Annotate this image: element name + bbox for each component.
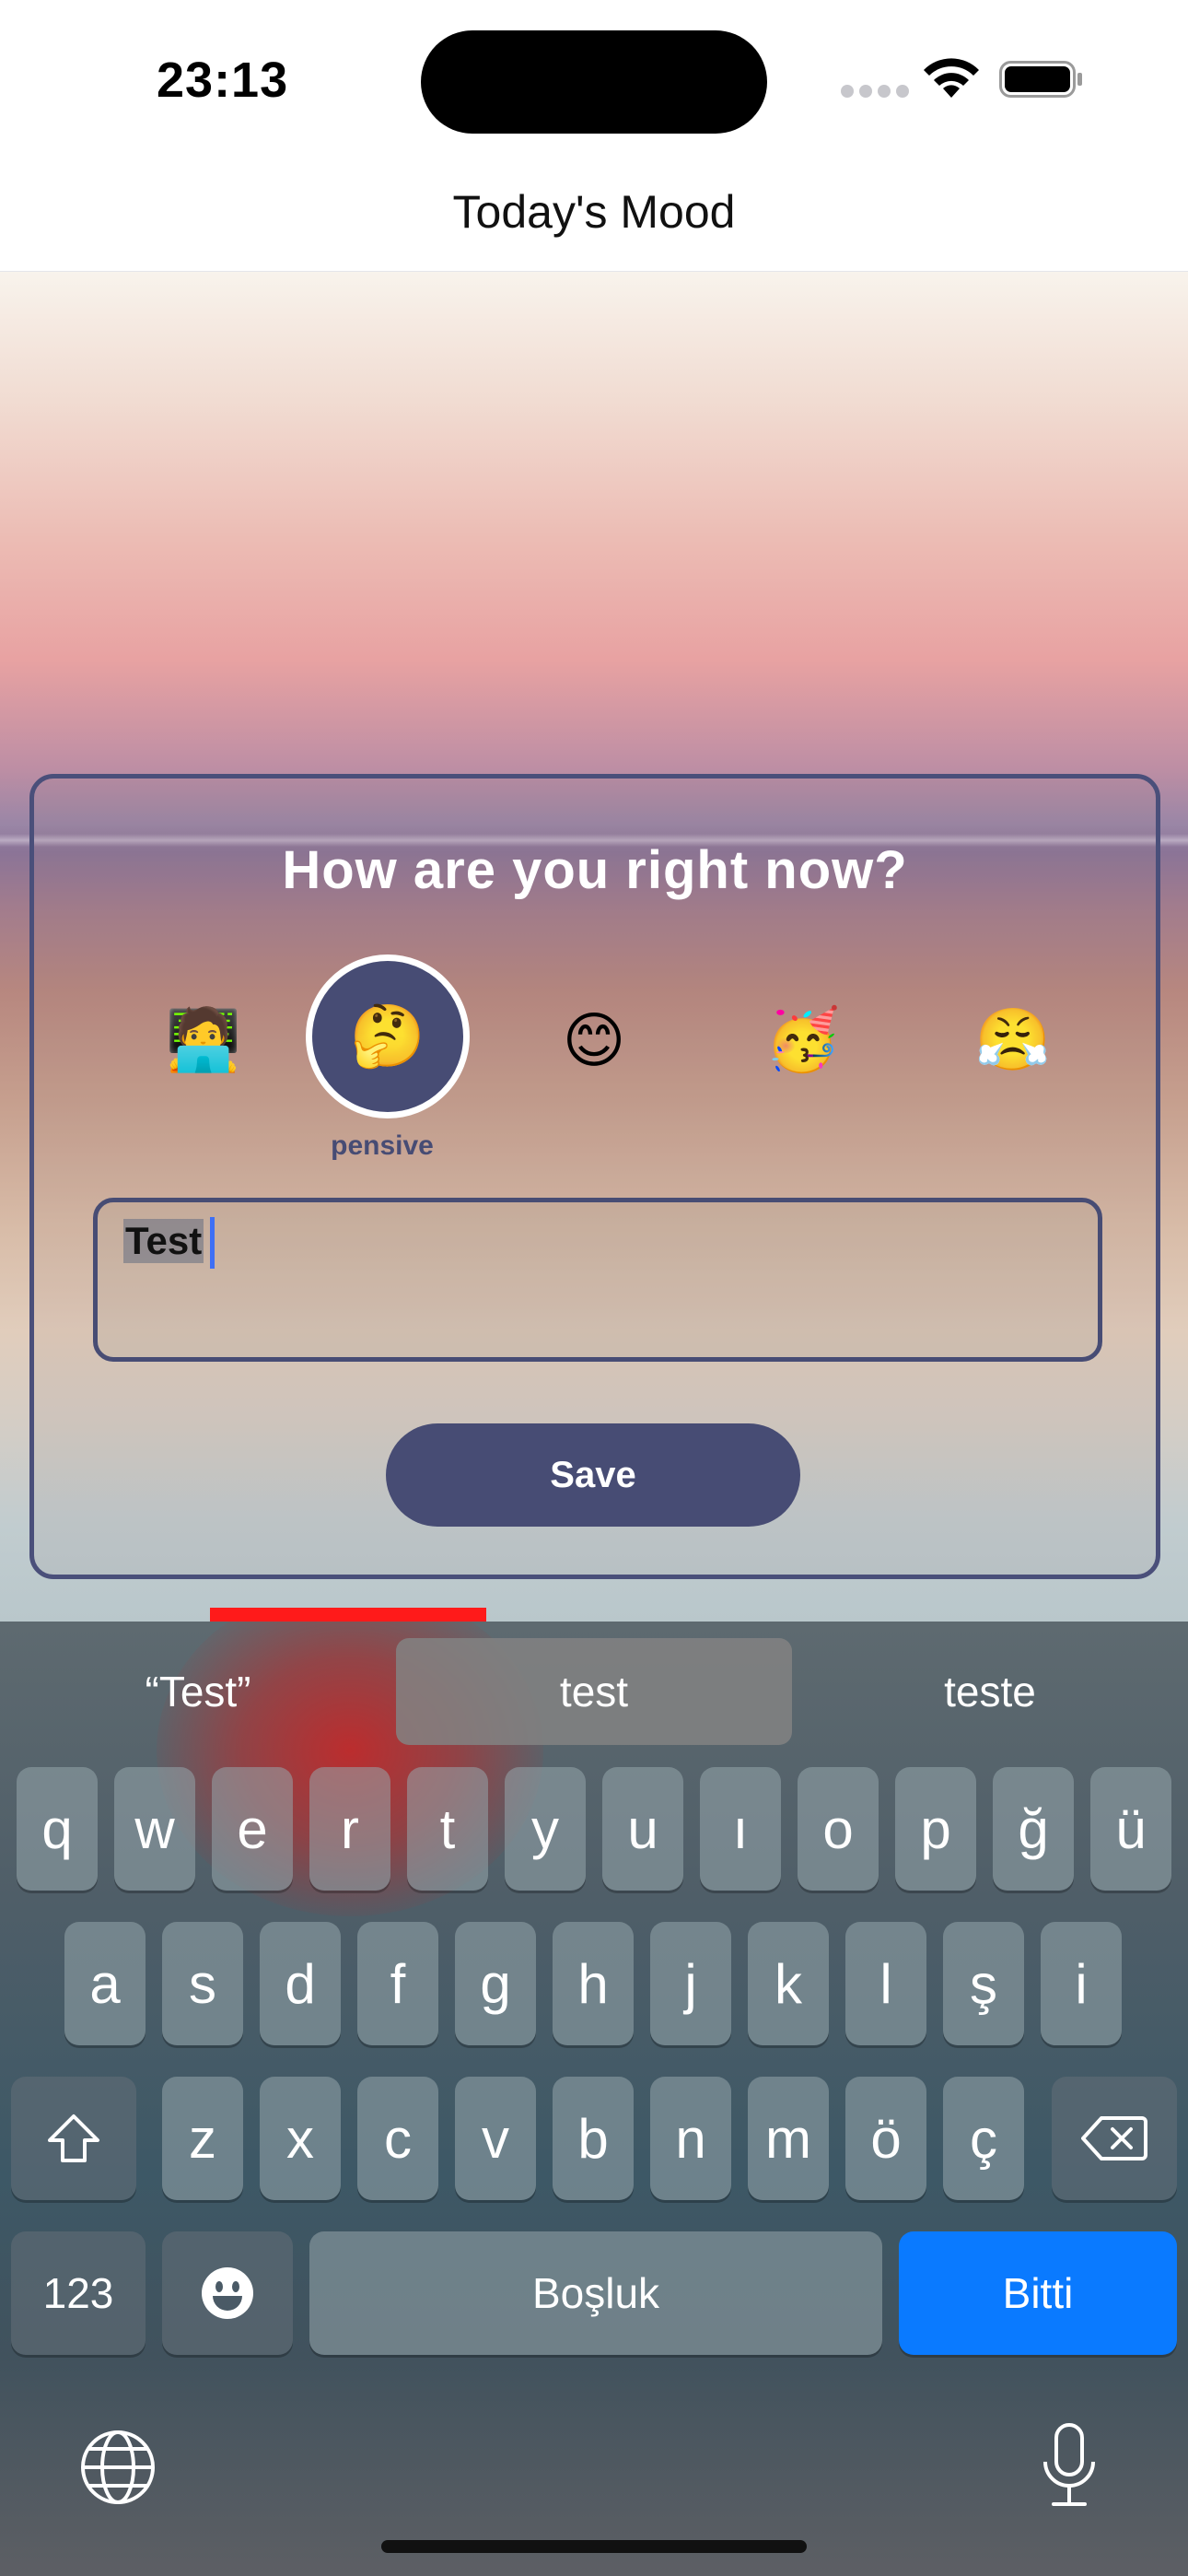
key-v[interactable]: v	[455, 2077, 536, 2200]
key-i[interactable]: i	[1041, 1922, 1122, 2045]
key-e[interactable]: e	[212, 1767, 293, 1891]
key-k[interactable]: k	[748, 1922, 829, 2045]
smiling-emoji-icon: 😊	[562, 1005, 626, 1074]
mood-option-technologist[interactable]: 🧑‍💻	[122, 958, 285, 1122]
key-w[interactable]: w	[114, 1767, 195, 1891]
battery-icon	[999, 61, 1082, 98]
key-b[interactable]: b	[553, 2077, 634, 2200]
key-o[interactable]: o	[798, 1767, 879, 1891]
emoji-icon	[202, 2267, 253, 2319]
key-c[interactable]: c	[357, 2077, 438, 2200]
mood-option-smiling[interactable]: 😊	[512, 958, 676, 1122]
note-input[interactable]: Test	[93, 1198, 1102, 1362]
backspace-key[interactable]	[1052, 2077, 1177, 2200]
highlight-bar	[210, 1608, 486, 1622]
cellular-signal-icon	[841, 85, 909, 98]
key-o-umlaut[interactable]: ö	[845, 2077, 926, 2200]
thinking-emoji-icon: 🤔	[349, 1001, 426, 1070]
page-title: Today's Mood	[452, 186, 736, 238]
suggestion-quoted[interactable]: “Test”	[0, 1638, 396, 1745]
card-title: How are you right now?	[282, 840, 908, 900]
huffing-emoji-icon: 😤	[974, 1005, 1052, 1073]
key-m[interactable]: m	[748, 2077, 829, 2200]
wifi-icon	[924, 58, 979, 98]
key-u[interactable]: u	[602, 1767, 683, 1891]
key-f[interactable]: f	[357, 1922, 438, 2045]
key-y[interactable]: y	[505, 1767, 586, 1891]
key-z[interactable]: z	[162, 2077, 243, 2200]
key-j[interactable]: j	[650, 1922, 731, 2045]
key-q[interactable]: q	[17, 1767, 98, 1891]
status-time: 23:13	[157, 53, 289, 108]
save-button[interactable]: Save	[386, 1423, 800, 1527]
mood-options: 🧑‍💻 🤔 😊 🥳 😤	[34, 954, 1156, 1142]
note-input-value: Test	[123, 1219, 204, 1263]
key-t[interactable]: t	[407, 1767, 488, 1891]
navigation-bar: Today's Mood	[0, 161, 1188, 272]
keyboard: “Test” test teste q w e r t y u ı o p ğ …	[0, 1622, 1188, 2576]
key-s[interactable]: s	[162, 1922, 243, 2045]
microphone-icon[interactable]	[1041, 2421, 1098, 2510]
mood-card: How are you right now? 🧑‍💻 🤔 😊 🥳 😤 Test …	[29, 774, 1160, 1579]
mood-option-partying[interactable]: 🥳	[721, 958, 885, 1122]
key-a[interactable]: a	[64, 1922, 146, 2045]
shift-icon	[48, 2114, 99, 2162]
key-p[interactable]: p	[895, 1767, 976, 1891]
backspace-icon	[1081, 2116, 1147, 2160]
key-g[interactable]: g	[455, 1922, 536, 2045]
selected-mood-label: pensive	[331, 1130, 434, 1161]
technologist-emoji-icon: 🧑‍💻	[165, 1005, 242, 1073]
done-key[interactable]: Bitti	[899, 2231, 1177, 2355]
key-u-umlaut[interactable]: ü	[1090, 1767, 1171, 1891]
mood-option-pensive[interactable]: 🤔	[306, 954, 470, 1118]
key-r[interactable]: r	[309, 1767, 390, 1891]
key-d[interactable]: d	[260, 1922, 341, 2045]
dynamic-island	[421, 30, 767, 134]
key-h[interactable]: h	[553, 1922, 634, 2045]
key-dotless-i[interactable]: ı	[700, 1767, 781, 1891]
home-indicator	[381, 2540, 807, 2553]
key-s-cedilla[interactable]: ş	[943, 1922, 1024, 2045]
key-l[interactable]: l	[845, 1922, 926, 2045]
partying-emoji-icon: 🥳	[764, 1005, 842, 1073]
space-key[interactable]: Boşluk	[309, 2231, 882, 2355]
shift-key[interactable]	[11, 2077, 136, 2200]
key-c-cedilla[interactable]: ç	[943, 2077, 1024, 2200]
numbers-key[interactable]: 123	[11, 2231, 146, 2355]
status-bar: 23:13	[0, 0, 1188, 161]
globe-icon[interactable]	[79, 2429, 157, 2506]
text-caret	[210, 1217, 215, 1269]
emoji-key[interactable]	[162, 2231, 293, 2355]
mood-option-huffing[interactable]: 😤	[931, 958, 1095, 1122]
key-x[interactable]: x	[260, 2077, 341, 2200]
suggestion-teste[interactable]: teste	[792, 1638, 1188, 1745]
key-n[interactable]: n	[650, 2077, 731, 2200]
key-g-breve[interactable]: ğ	[993, 1767, 1074, 1891]
suggestion-test[interactable]: test	[396, 1638, 792, 1745]
